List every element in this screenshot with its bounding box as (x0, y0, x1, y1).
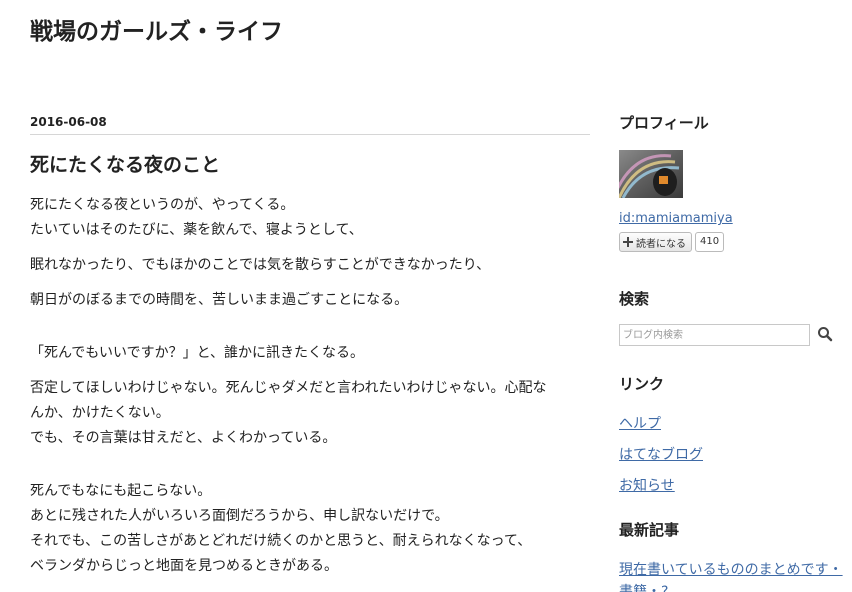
plus-icon (623, 237, 633, 247)
entry-text-line: それでも、この苦しさがあとどれだけ続くのかと思うと、耐えられなくなって、 (30, 533, 532, 549)
blog-page: 戦場のガールズ・ライフ 2016-06-08 死にたくなる夜のこと 死にたくなる… (0, 0, 852, 592)
search-icon (818, 326, 833, 341)
link-list: ヘルプ はてなブログ お知らせ (619, 409, 844, 502)
entry-text-line: ベランダからじっと地面を見つめるときがある。 (30, 558, 338, 574)
entry-text-line: あとに残された人がいろいろ面倒だろうから、申し訳ないだけで。 (30, 508, 449, 524)
subscribe-button[interactable]: 読者になる (619, 232, 692, 252)
entry-paragraph: 死にたくなる夜というのが、やってくる。 たいていはそのたびに、薬を飲んで、寝よう… (30, 193, 590, 243)
entry-paragraph: 朝日がのぼるまでの時間を、苦しいまま過ごすことになる。 (30, 288, 590, 313)
entry-text-line: 眠れなかったり、でもほかのことでは気を散らすことができなかったり、 (30, 257, 491, 273)
link-item: はてなブログ (619, 440, 844, 471)
subscriber-count-badge: 410 (695, 232, 725, 252)
entry-paragraph: 「死んでもいいですか？」と、誰かに訊きたくなる。 (30, 341, 590, 366)
entry-text-line: 「死んでもいいですか？」と、誰かに訊きたくなる。 (30, 345, 365, 361)
entry-text-line: 朝日がのぼるまでの時間を、苦しいまま過ごすことになる。 (30, 292, 409, 308)
news-link[interactable]: お知らせ (619, 478, 675, 494)
blog-title-link[interactable]: 戦場のガールズ・ライフ (30, 14, 283, 50)
search-button[interactable] (815, 325, 835, 345)
search-heading: 検索 (619, 290, 650, 308)
subscribe-row: 読者になる 410 (619, 231, 844, 253)
entry-text-line: 死にたくなる夜というのが、やってくる。 (30, 197, 295, 213)
entry-paragraph: 否定してほしいわけじゃない。死んじゃダメだと言われたいわけじゃない。心配な んか… (30, 376, 590, 451)
sidebar: プロフィール id:mamiamamiya 読者になる 410 検索 ブログ内検… (619, 112, 844, 592)
subscribe-label: 読者になる (636, 238, 686, 250)
link-item: ヘルプ (619, 409, 844, 440)
entry-text-line: んか、かけたくない。 (30, 405, 170, 421)
entry-text-line: 死んでもなにも起こらない。 (30, 483, 212, 499)
search-form (619, 324, 844, 346)
main-column: 2016-06-08 死にたくなる夜のこと 死にたくなる夜というのが、やってくる… (30, 112, 590, 589)
link-item: お知らせ (619, 471, 844, 502)
hatena-blog-link[interactable]: はてなブログ (619, 447, 703, 463)
profile-heading: プロフィール (619, 114, 709, 132)
date-divider (30, 134, 590, 135)
entry-body: 死にたくなる夜というのが、やってくる。 たいていはそのたびに、薬を飲んで、寝よう… (30, 193, 590, 579)
search-input[interactable] (619, 324, 810, 346)
recent-entries-list: 現在書いているもののまとめです・書籍・? (619, 559, 844, 592)
avatar-image (619, 150, 683, 198)
help-link[interactable]: ヘルプ (619, 416, 661, 432)
links-heading: リンク (619, 375, 665, 393)
recent-entry-link[interactable]: 現在書いているもののまとめです・書籍・? (619, 562, 843, 592)
avatar[interactable] (619, 150, 683, 198)
entry-date[interactable]: 2016-06-08 (30, 112, 590, 132)
entry-paragraph: 死んでもなにも起こらない。 あとに残された人がいろいろ面倒だろうから、申し訳ない… (30, 479, 590, 579)
recent-entries-heading: 最新記事 (619, 521, 680, 539)
entry-paragraph: 眠れなかったり、でもほかのことでは気を散らすことができなかったり、 (30, 253, 590, 278)
recent-entry-item: 現在書いているもののまとめです・書籍・? (619, 559, 844, 592)
entry-title[interactable]: 死にたくなる夜のこと (30, 151, 590, 179)
entry-text-line: 否定してほしいわけじゃない。死んじゃダメだと言われたいわけじゃない。心配な (30, 380, 547, 396)
profile-user-id-link[interactable]: id:mamiamamiya (619, 210, 844, 228)
entry-text-line: たいていはそのたびに、薬を飲んで、寝ようとして、 (30, 222, 363, 238)
entry-text-line: でも、その言葉は甘えだと、よくわかっている。 (30, 430, 337, 446)
